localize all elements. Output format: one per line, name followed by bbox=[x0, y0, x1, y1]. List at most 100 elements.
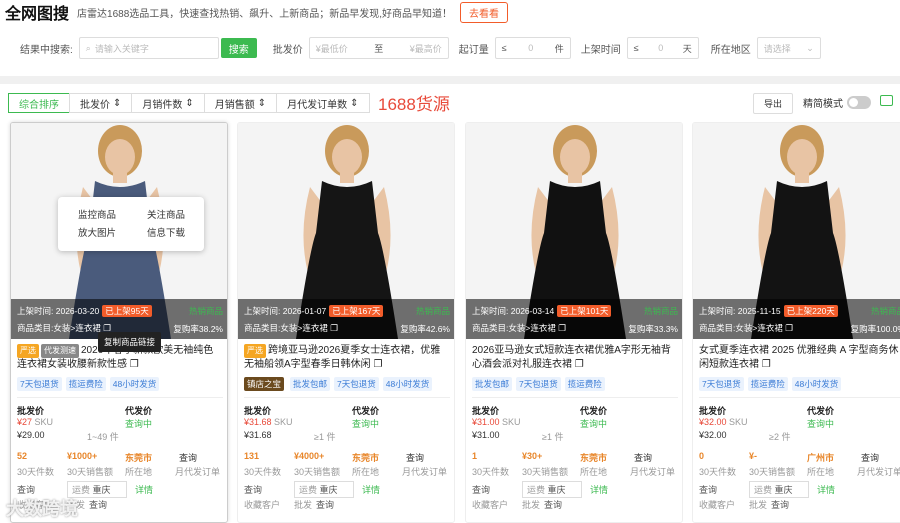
query-link[interactable]: 查询 bbox=[771, 498, 789, 511]
moq-input[interactable]: ≤ 0 件 bbox=[494, 37, 571, 59]
category-label: 商品类目: bbox=[699, 323, 736, 333]
query-link[interactable]: 查询 bbox=[699, 483, 717, 496]
product-card[interactable]: 上架时间: 2026-01-07 已上架167天 商品类目:女装>连衣裙 ❐ 热销商品… bbox=[237, 122, 455, 523]
price-range-input[interactable]: ¥最低价 至 ¥最高价 bbox=[308, 37, 449, 59]
copy-icon[interactable]: ❐ bbox=[558, 323, 566, 333]
product-image[interactable]: 上架时间: 2025-11-15已上架220天商品类目:女装>连衣裙 ❐ 热销商品… bbox=[693, 123, 900, 339]
sort-tab-monthly-revenue[interactable]: 月销售额 ⇕ bbox=[203, 93, 278, 113]
price-label: 批发价 bbox=[272, 44, 303, 56]
look-button[interactable]: 去看看 bbox=[460, 1, 509, 23]
shipping-city[interactable]: 重庆 bbox=[775, 485, 793, 495]
revenue-30d-label: 30天销售额 bbox=[67, 467, 114, 477]
hot-label: 热销商品 bbox=[643, 306, 678, 316]
price-max-input[interactable]: ¥最高价 bbox=[410, 42, 442, 55]
copy-icon[interactable]: ❐ bbox=[373, 359, 382, 370]
product-title[interactable]: 2026亚马逊女式短款连衣裙优雅A字形无袖背心酒会派对礼服连衣裙 ❐ bbox=[472, 344, 678, 372]
wholesale-price: ¥32.00 bbox=[699, 417, 727, 427]
query-link[interactable]: 查询 bbox=[861, 451, 879, 464]
listing-time-label: 上架时间: bbox=[699, 306, 736, 316]
image-view-icon[interactable] bbox=[880, 95, 893, 106]
hot-label: 热销商品 bbox=[870, 306, 900, 316]
moq-value[interactable]: 0 bbox=[528, 43, 533, 53]
price-min-input[interactable]: ¥最低价 bbox=[316, 42, 348, 55]
sort-tab-price[interactable]: 批发价 ⇕ bbox=[69, 93, 133, 113]
product-title[interactable]: 严选 跨境亚马逊2026夏季女士连衣裙，优雅无袖船领A字型春季日韩休闲 ❐ bbox=[244, 344, 450, 372]
search-placeholder: 请输入关键字 bbox=[94, 43, 149, 54]
product-title[interactable]: 女式夏季连衣裙 2025 优雅经典 A 字型商务休闲短款连衣裙 ❐ bbox=[699, 344, 900, 372]
details-link[interactable]: 详情 bbox=[362, 483, 380, 496]
category-label: 商品类目: bbox=[472, 323, 509, 333]
product-title-text[interactable]: 2026亚马逊女式短款连衣裙优雅A字形无袖背心酒会派对礼服连衣裙 bbox=[472, 345, 671, 370]
wholesale-price: ¥31.68 bbox=[244, 417, 272, 427]
product-card[interactable]: 上架时间: 2026-03-20 已上架95天 商品类目:女装>连衣裙 ❐ 热销商品复… bbox=[10, 122, 228, 523]
product-title-text[interactable]: 女式夏季连衣裙 2025 优雅经典 A 字型商务休闲短款连衣裙 bbox=[699, 345, 898, 370]
copy-icon[interactable]: ❐ bbox=[575, 359, 584, 370]
listed-days-badge: 已上架167天 bbox=[329, 305, 384, 317]
product-image[interactable]: 上架时间: 2026-03-14 已上架101天 商品类目:女装>连衣裙 ❐ 热销商品… bbox=[466, 123, 682, 339]
service-tag: 7天包退货 bbox=[334, 377, 379, 391]
query-link[interactable]: 查询 bbox=[406, 451, 424, 464]
info-overlay: 上架时间: 2026-03-14 已上架101天 商品类目:女装>连衣裙 ❐ 热销商品… bbox=[466, 299, 682, 339]
query-link[interactable]: 查询 bbox=[634, 451, 652, 464]
service-tags: 批发包邮 7天包退货 揽运费险 bbox=[472, 377, 605, 391]
query-link[interactable]: 查询 bbox=[244, 483, 262, 496]
follow-item-button[interactable]: 关注商品 bbox=[147, 207, 185, 221]
service-tag: 揽运费险 bbox=[747, 377, 788, 391]
search-input[interactable]: ⌕ 请输入关键字 bbox=[78, 37, 219, 59]
revenue-30d: ¥1000+ bbox=[67, 451, 98, 461]
query-link[interactable]: 查询 bbox=[89, 498, 107, 511]
copy-icon[interactable]: ❐ bbox=[330, 323, 338, 333]
region-select[interactable]: 请选择 ⌄ bbox=[756, 37, 821, 59]
listed-days-badge: 已上架95天 bbox=[102, 305, 152, 317]
search-icon: ⌕ bbox=[85, 42, 91, 53]
sort-tab-dropship-orders[interactable]: 月代发订单数 ⇕ bbox=[276, 93, 370, 113]
product-title-text[interactable]: 跨境亚马逊2026夏季女士连衣裙，优雅无袖船领A字型春季日韩休闲 bbox=[244, 345, 440, 370]
copy-icon[interactable]: ❐ bbox=[785, 323, 793, 333]
service-tag: 7天包退货 bbox=[17, 377, 62, 391]
dropship-price-status: 查询中 bbox=[125, 419, 153, 429]
shipping-city[interactable]: 重庆 bbox=[548, 485, 566, 495]
shipping-city[interactable]: 重庆 bbox=[93, 485, 111, 495]
revenue-30d-label: 30天销售额 bbox=[522, 467, 569, 477]
query-link[interactable]: 查询 bbox=[544, 498, 562, 511]
listing-date: 2026-01-07 bbox=[282, 306, 327, 316]
service-tags: 镇店之宝 批发包邮 7天包退货 48小时发货 bbox=[244, 377, 433, 391]
product-image[interactable]: 上架时间: 2026-01-07 已上架167天 商品类目:女装>连衣裙 ❐ 热销商品… bbox=[238, 123, 454, 339]
zoom-image-button[interactable]: 放大图片 bbox=[78, 225, 116, 239]
sort-tab-label: 月销售额 bbox=[214, 99, 255, 111]
category-value: 女装>连衣裙 bbox=[280, 323, 328, 333]
query-link[interactable]: 查询 bbox=[179, 451, 197, 464]
details-link[interactable]: 详情 bbox=[135, 483, 153, 496]
download-info-button[interactable]: 信息下载 bbox=[147, 225, 185, 239]
watermark: 大数跨境 bbox=[6, 499, 78, 519]
moq-unit: 件 bbox=[554, 43, 564, 54]
sort-tab-monthly-units[interactable]: 月销件数 ⇕ bbox=[131, 93, 205, 113]
dropship-orders-label: 月代发订单 bbox=[402, 467, 448, 477]
category-label: 商品类目: bbox=[17, 323, 54, 333]
product-card[interactable]: 上架时间: 2025-11-15已上架220天商品类目:女装>连衣裙 ❐ 热销商品… bbox=[692, 122, 900, 523]
product-card[interactable]: 上架时间: 2026-03-14 已上架101天 商品类目:女装>连衣裙 ❐ 热销商品… bbox=[465, 122, 683, 523]
shipping-city[interactable]: 重庆 bbox=[320, 485, 338, 495]
export-button[interactable]: 导出 bbox=[753, 93, 794, 114]
simple-mode-toggle[interactable] bbox=[847, 96, 871, 109]
listing-time-label: 上架时间: bbox=[472, 306, 509, 316]
copy-icon[interactable]: ❐ bbox=[130, 359, 139, 370]
query-link[interactable]: 查询 bbox=[316, 498, 334, 511]
details-link[interactable]: 详情 bbox=[817, 483, 835, 496]
sort-tab-label: 批发价 bbox=[80, 99, 110, 111]
sort-tab-label: 综合排序 bbox=[19, 99, 59, 111]
dropship-price-status: 查询中 bbox=[807, 419, 835, 429]
listing-value[interactable]: 0 bbox=[658, 43, 663, 53]
repurchase-label: 复购率 bbox=[173, 324, 199, 334]
search-button[interactable]: 搜索 bbox=[220, 38, 257, 58]
dropship-price: ¥31.68 bbox=[244, 430, 272, 440]
location-label: 所在地 bbox=[125, 467, 153, 477]
details-link[interactable]: 详情 bbox=[590, 483, 608, 496]
tag-strict: 严选 bbox=[244, 344, 266, 358]
dropship-price-status: 查询中 bbox=[352, 419, 380, 429]
sort-tab-default[interactable]: 综合排序 bbox=[8, 93, 70, 113]
monitor-item-button[interactable]: 监控商品 bbox=[78, 207, 116, 221]
listing-input[interactable]: ≤ 0 天 bbox=[626, 37, 699, 59]
query-link[interactable]: 查询 bbox=[472, 483, 490, 496]
copy-icon[interactable]: ❐ bbox=[762, 359, 771, 370]
